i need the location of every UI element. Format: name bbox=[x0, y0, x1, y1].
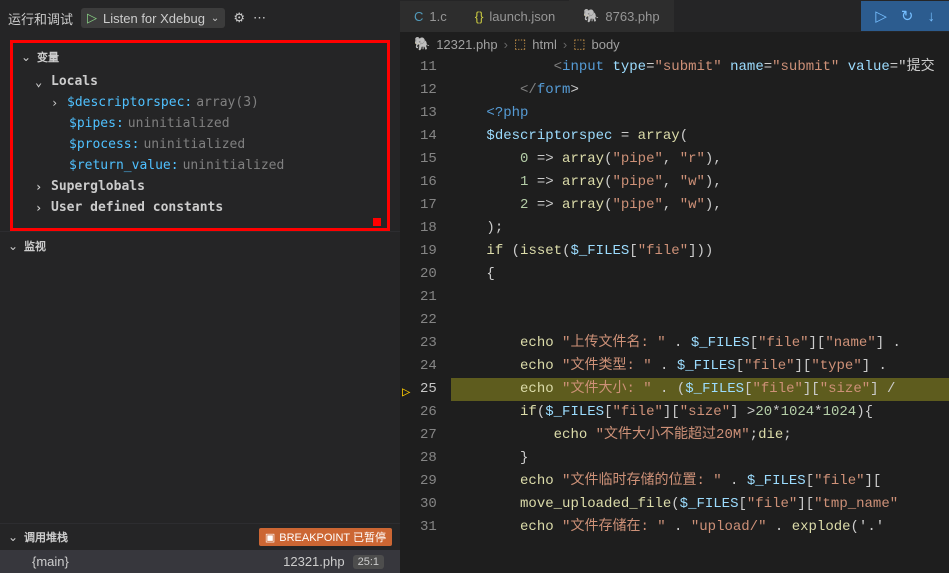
variables-section: ⌄ 变量 ⌄ Locals › $descriptorspec: array(3… bbox=[10, 40, 390, 231]
variable-row[interactable]: $pipes: uninitialized bbox=[13, 113, 387, 134]
code-line[interactable] bbox=[451, 286, 949, 309]
watch-title: 监视 bbox=[24, 238, 46, 254]
code-line[interactable]: <?php bbox=[451, 102, 949, 125]
code-line[interactable]: echo "上传文件名: " . $_FILES["file"]["name"]… bbox=[451, 332, 949, 355]
debug-controls: ▷ ↻ ↓ bbox=[861, 1, 949, 31]
frame-name: {main} bbox=[32, 554, 69, 569]
frame-location: 25:1 bbox=[353, 555, 384, 569]
superglobals-scope[interactable]: › Superglobals bbox=[13, 176, 387, 197]
chevron-down-icon[interactable]: ⌄ bbox=[211, 13, 219, 24]
breadcrumb[interactable]: 🐘 12321.php › ⬚ html › ⬚ body bbox=[400, 32, 949, 56]
callstack-section: ⌄ 调用堆栈 ▣ BREAKPOINT 已暂停 {main} 12321.php… bbox=[0, 523, 400, 573]
gear-icon[interactable]: ⚙ bbox=[233, 10, 245, 26]
tab-8763-php[interactable]: 🐘 8763.php bbox=[569, 0, 673, 32]
code-area[interactable]: <input type="submit" name="submit" value… bbox=[451, 56, 949, 573]
code-line[interactable]: echo "文件类型: " . $_FILES["file"]["type"] … bbox=[451, 355, 949, 378]
code-line[interactable]: 0 => array("pipe", "r"), bbox=[451, 148, 949, 171]
debug-toolbar: 运行和调试 ▷ Listen for Xdebug ⌄ ⚙ ⋯ bbox=[0, 0, 400, 36]
debug-config-label: Listen for Xdebug bbox=[103, 11, 205, 26]
step-into-icon[interactable]: ↓ bbox=[928, 8, 936, 25]
json-file-icon: {} bbox=[475, 9, 484, 24]
tab-1c[interactable]: C 1.c bbox=[400, 1, 461, 32]
play-icon[interactable]: ▷ bbox=[87, 10, 97, 26]
chevron-right-icon: › bbox=[504, 37, 508, 52]
code-line[interactable]: 1 => array("pipe", "w"), bbox=[451, 171, 949, 194]
locals-scope[interactable]: ⌄ Locals bbox=[13, 71, 387, 92]
code-line[interactable]: echo "文件大小: " . ($_FILES["file"]["size"]… bbox=[451, 378, 949, 401]
callstack-header[interactable]: ⌄ 调用堆栈 ▣ BREAKPOINT 已暂停 bbox=[0, 524, 400, 550]
code-line[interactable]: { bbox=[451, 263, 949, 286]
editor-panel: C 1.c {} launch.json 🐘 8763.php ▷ ↻ ↓ 🐘 … bbox=[400, 0, 949, 573]
code-line[interactable] bbox=[451, 309, 949, 332]
more-icon[interactable]: ⋯ bbox=[253, 10, 266, 26]
userconst-scope[interactable]: › User defined constants bbox=[13, 197, 387, 218]
chevron-right-icon: › bbox=[35, 201, 47, 215]
breakpoint-status: ▣ BREAKPOINT 已暂停 bbox=[259, 528, 392, 546]
step-over-icon[interactable]: ↻ bbox=[901, 7, 914, 25]
watch-header[interactable]: ⌄ 监视 bbox=[0, 232, 400, 260]
code-line[interactable]: ); bbox=[451, 217, 949, 240]
frame-file: 12321.php bbox=[283, 554, 344, 569]
tab-launch-json[interactable]: {} launch.json bbox=[461, 1, 569, 32]
chevron-down-icon: ⌄ bbox=[8, 530, 20, 544]
html-tag-icon: ⬚ bbox=[573, 36, 585, 52]
pause-icon: ▣ bbox=[265, 531, 275, 544]
breadcrumb-item[interactable]: html bbox=[532, 37, 557, 52]
chevron-down-icon: ⌄ bbox=[8, 239, 20, 253]
code-line[interactable]: $descriptorspec = array( bbox=[451, 125, 949, 148]
variable-row[interactable]: $return_value: uninitialized bbox=[13, 155, 387, 176]
code-line[interactable]: if (isset($_FILES["file"])) bbox=[451, 240, 949, 263]
chevron-right-icon: › bbox=[35, 180, 47, 194]
variable-row[interactable]: $process: uninitialized bbox=[13, 134, 387, 155]
callstack-frame[interactable]: {main} 12321.php 25:1 bbox=[0, 550, 400, 573]
code-line[interactable]: } bbox=[451, 447, 949, 470]
callstack-title: 调用堆栈 bbox=[24, 529, 68, 545]
code-line[interactable]: <input type="submit" name="submit" value… bbox=[451, 56, 949, 79]
code-line[interactable]: echo "文件临时存储的位置: " . $_FILES["file"][ bbox=[451, 470, 949, 493]
chevron-down-icon: ⌄ bbox=[21, 50, 33, 64]
code-line[interactable]: move_uploaded_file($_FILES["file"]["tmp_… bbox=[451, 493, 949, 516]
line-gutter: 111213141516171819202122232425▷262728293… bbox=[400, 56, 451, 573]
code-line[interactable]: echo "文件存储在: " . "upload/" . explode('.' bbox=[451, 516, 949, 539]
breadcrumb-item[interactable]: body bbox=[591, 37, 619, 52]
debug-sidebar: 运行和调试 ▷ Listen for Xdebug ⌄ ⚙ ⋯ ⌄ 变量 ⌄ L… bbox=[0, 0, 400, 573]
c-file-icon: C bbox=[414, 9, 423, 24]
variables-title: 变量 bbox=[37, 49, 59, 65]
php-file-icon: 🐘 bbox=[583, 8, 599, 24]
html-tag-icon: ⬚ bbox=[514, 36, 526, 52]
highlight-marker bbox=[373, 218, 381, 226]
editor-tabs: C 1.c {} launch.json 🐘 8763.php ▷ ↻ ↓ bbox=[400, 0, 949, 32]
chevron-down-icon: ⌄ bbox=[35, 75, 47, 89]
chevron-right-icon: › bbox=[51, 96, 63, 110]
watch-section: ⌄ 监视 bbox=[0, 231, 400, 260]
variables-header[interactable]: ⌄ 变量 bbox=[13, 43, 387, 71]
run-debug-label: 运行和调试 bbox=[8, 9, 73, 28]
code-line[interactable]: if($_FILES["file"]["size"] >20*1024*1024… bbox=[451, 401, 949, 424]
debug-config-select[interactable]: ▷ Listen for Xdebug ⌄ bbox=[81, 8, 225, 28]
breakpoint-arrow-icon: ▷ bbox=[402, 382, 410, 405]
php-file-icon: 🐘 bbox=[414, 36, 430, 52]
code-line[interactable]: </form> bbox=[451, 79, 949, 102]
variable-row[interactable]: › $descriptorspec: array(3) bbox=[13, 92, 387, 113]
breadcrumb-file: 12321.php bbox=[436, 37, 497, 52]
continue-icon[interactable]: ▷ bbox=[875, 7, 887, 25]
code-line[interactable]: echo "文件大小不能超过20M";die; bbox=[451, 424, 949, 447]
chevron-right-icon: › bbox=[563, 37, 567, 52]
code-line[interactable]: 2 => array("pipe", "w"), bbox=[451, 194, 949, 217]
code-editor[interactable]: 111213141516171819202122232425▷262728293… bbox=[400, 56, 949, 573]
